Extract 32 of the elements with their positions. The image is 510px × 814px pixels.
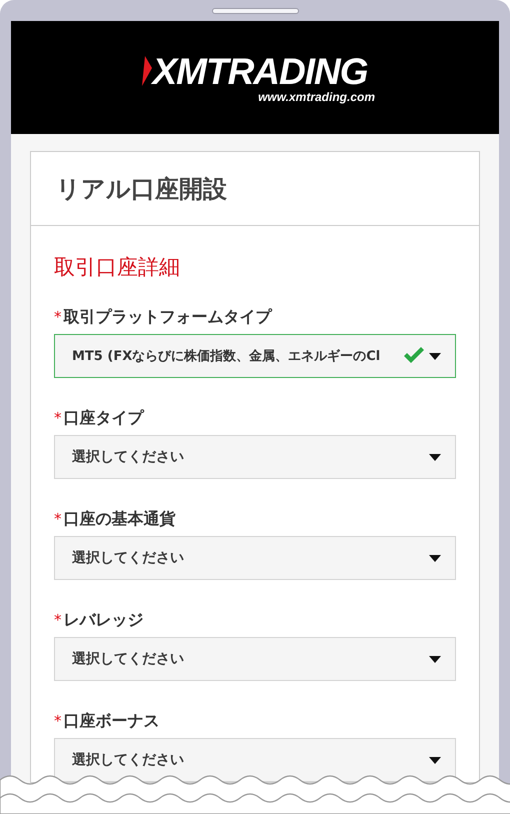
logo-icon [142,56,152,86]
required-mark: * [54,612,62,628]
field-label: 口座ボーナス [64,713,160,729]
required-mark: * [54,310,62,324]
field-label: 口座タイプ [64,410,144,426]
website-url: www.xmtrading.com [258,90,375,102]
select-placeholder: 選択してください [72,551,184,565]
field-label: 口座の基本通貨 [64,511,176,527]
required-mark: * [54,410,62,426]
select-field[interactable]: MT5 (FXならびに株価指数、金属、エネルギーのCl [54,334,456,378]
logo-text: XMTRADING [152,52,368,90]
select-placeholder: 選択してください [72,652,184,666]
required-mark: * [54,714,62,728]
select-field[interactable]: 選択してください [54,738,456,782]
select-placeholder: 選択してください [72,753,184,767]
required-mark: * [54,512,62,526]
select-placeholder: 選択してください [72,450,184,464]
caret-icon [429,656,441,662]
speaker-icon [212,8,298,14]
checkmark-icon [403,347,425,365]
caret-icon [429,554,441,562]
select-field[interactable]: 選択してください [54,536,456,580]
field-label: レバレッジ [64,612,144,628]
caret-icon [429,352,441,360]
section-title: 取引口座詳細 [54,257,181,278]
select-field[interactable]: 選択してください [54,435,456,479]
caret-icon [429,756,441,764]
select-field[interactable]: 選択してください [54,637,456,681]
field-label: 取引プラットフォームタイプ [64,309,272,325]
page-title: リアル口座開設 [56,176,227,200]
caret-icon [429,454,441,460]
select-value: MT5 (FXならびに株価指数、金属、エネルギーのCl [72,350,380,362]
